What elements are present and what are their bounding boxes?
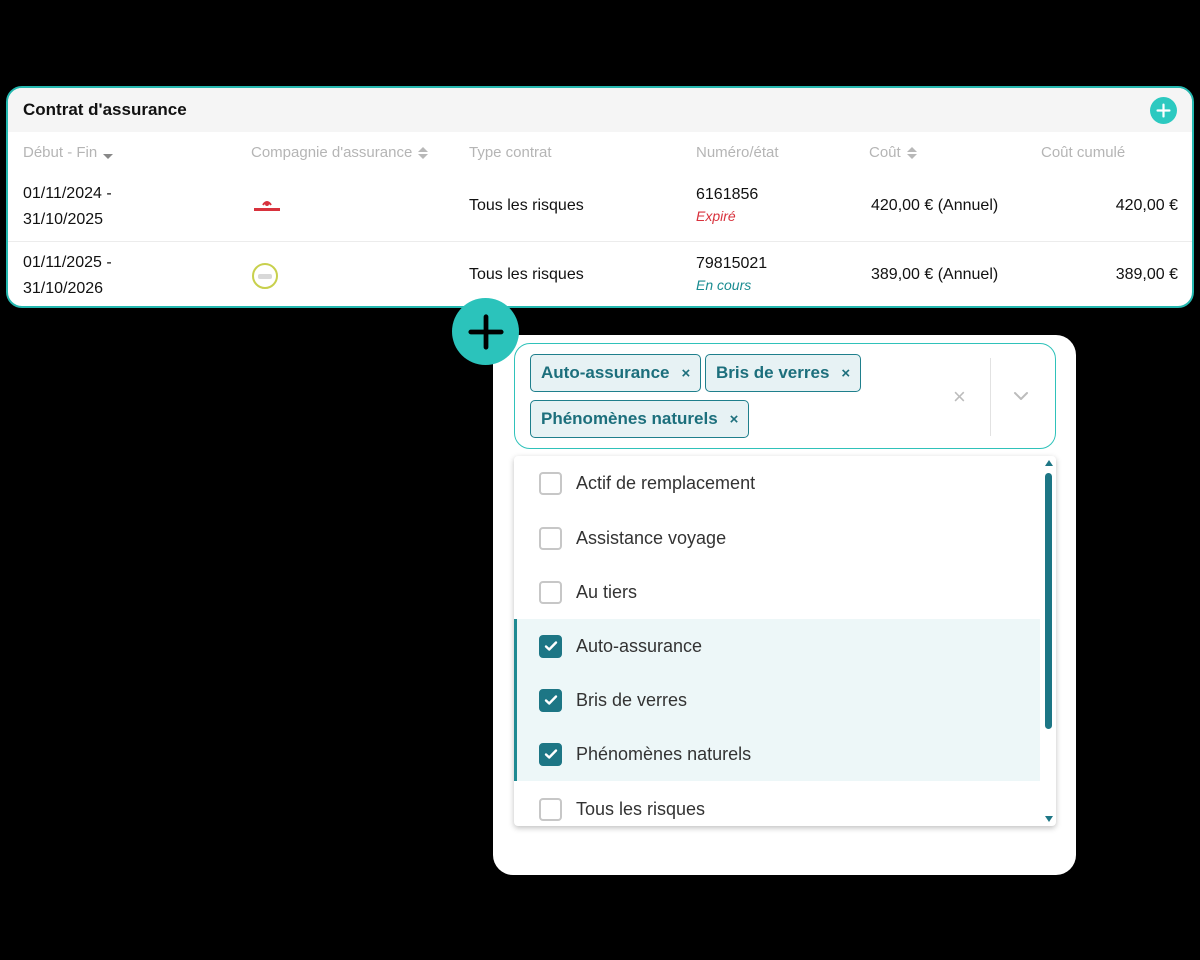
option-au-tiers[interactable]: Au tiers	[514, 565, 1040, 619]
column-header-cumul: Coût cumulé	[1041, 144, 1126, 161]
chip-remove-icon[interactable]: ×	[730, 411, 739, 428]
card-header: Contrat d'assurance	[8, 88, 1192, 132]
checkbox[interactable]	[539, 526, 562, 550]
scrollbar[interactable]	[1044, 460, 1054, 822]
scrollbar-thumb[interactable]	[1045, 473, 1052, 729]
selected-chip: Bris de verres ×	[705, 354, 862, 392]
options-dropdown: Actif de remplacement Assistance voyage …	[514, 456, 1056, 826]
divider	[990, 358, 991, 436]
chevron-down-icon[interactable]	[1011, 386, 1031, 406]
contract-cumul: 420,00 €	[1115, 197, 1178, 214]
ring-brand-logo	[252, 263, 278, 289]
column-header-company[interactable]: Compagnie d'assurance	[251, 144, 429, 161]
contract-number: 79815021 En cours	[696, 254, 767, 296]
date-range: 01/11/2024 - 31/10/2025	[23, 185, 112, 228]
chip-remove-icon[interactable]: ×	[841, 365, 850, 382]
coverage-select-panel: Auto-assurance × Bris de verres × Phénom…	[493, 335, 1076, 875]
status-badge: Expiré	[696, 208, 736, 224]
scroll-down-icon[interactable]	[1045, 816, 1053, 822]
add-contract-button[interactable]	[1150, 97, 1177, 124]
checkbox-checked[interactable]	[539, 742, 562, 766]
status-badge: En cours	[696, 277, 752, 293]
checkbox-checked[interactable]	[539, 634, 562, 658]
option-auto-assurance[interactable]: Auto-assurance	[514, 619, 1040, 673]
contract-number: 6161856 Expiré	[696, 185, 758, 227]
contract-type: Tous les risques	[469, 197, 584, 214]
plus-icon	[1156, 103, 1171, 118]
table-row[interactable]: 01/11/2025 - 31/10/2026 Tous les risques…	[8, 243, 1192, 306]
check-icon	[544, 641, 557, 651]
scroll-up-icon[interactable]	[1045, 460, 1053, 466]
contract-cost: 420,00 € (Annuel)	[871, 197, 999, 214]
column-header-number: Numéro/état	[696, 144, 779, 161]
chip-remove-icon[interactable]: ×	[681, 365, 690, 382]
contract-cumul: 389,00 €	[1115, 266, 1178, 283]
big-plus-button[interactable]	[452, 298, 519, 365]
sort-icon	[418, 146, 429, 159]
checkbox[interactable]	[539, 471, 562, 495]
contract-card: Contrat d'assurance Début - Fin Compagni…	[6, 86, 1194, 308]
checkbox[interactable]	[539, 580, 562, 604]
check-icon	[544, 695, 557, 705]
contract-cost: 389,00 € (Annuel)	[871, 266, 999, 283]
table-row[interactable]: 01/11/2024 - 31/10/2025 Tous les risques…	[8, 174, 1192, 242]
clear-all-icon[interactable]: ×	[953, 384, 966, 410]
red-brand-logo	[254, 201, 280, 211]
option-phenomenes-naturels[interactable]: Phénomènes naturels	[514, 727, 1040, 781]
sort-desc-icon	[103, 147, 114, 159]
sort-icon	[906, 146, 917, 159]
option-actif-de-remplacement[interactable]: Actif de remplacement	[514, 456, 1040, 510]
selected-chip: Auto-assurance ×	[530, 354, 702, 392]
column-header-cost[interactable]: Coût	[869, 144, 917, 161]
plus-icon	[467, 313, 504, 350]
selected-chip: Phénomènes naturels ×	[530, 400, 750, 438]
column-header-dates[interactable]: Début - Fin	[23, 144, 114, 161]
contract-type: Tous les risques	[469, 266, 584, 283]
checkbox-checked[interactable]	[539, 688, 562, 712]
multi-select-field[interactable]: Auto-assurance × Bris de verres × Phénom…	[514, 343, 1056, 449]
check-icon	[544, 749, 557, 759]
column-header-type: Type contrat	[469, 144, 552, 161]
card-title: Contrat d'assurance	[23, 100, 187, 119]
date-range: 01/11/2025 - 31/10/2026	[23, 254, 112, 297]
option-assistance-voyage[interactable]: Assistance voyage	[514, 511, 1040, 565]
option-tous-les-risques[interactable]: Tous les risques	[514, 782, 1040, 826]
checkbox[interactable]	[539, 797, 562, 821]
option-bris-de-verres[interactable]: Bris de verres	[514, 673, 1040, 727]
